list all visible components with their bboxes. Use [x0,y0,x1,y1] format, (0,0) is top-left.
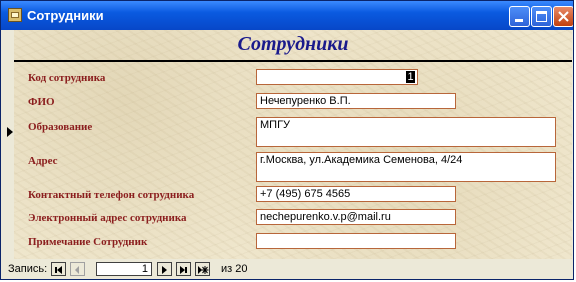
label-address: Адрес [28,155,58,167]
next-record-button[interactable] [157,262,172,276]
label-employee-code: Код сотрудника [28,72,106,84]
employees-window: Сотрудники Сотрудники Код сотрудника 1 Ф… [0,0,574,280]
previous-record-icon [75,266,79,274]
form-body: Сотрудники Код сотрудника 1 ФИО Нечепуре… [14,30,572,259]
record-count: из 20 [221,263,248,275]
note-field[interactable] [256,233,456,249]
current-record-arrow-icon [7,127,13,137]
employee-code-field[interactable]: 1 [256,69,418,85]
next-record-icon [162,266,167,274]
contact-phone-field[interactable]: +7 (495) 675 4565 [256,186,456,202]
close-button[interactable] [553,6,573,27]
minimize-button[interactable] [509,6,530,27]
first-record-icon [55,266,62,274]
education-field[interactable]: МПГУ [256,117,556,147]
label-email: Электронный адрес сотрудника [28,212,187,224]
new-record-icon [198,266,209,274]
first-record-button[interactable] [51,262,66,276]
maximize-button[interactable] [531,6,552,27]
label-full-name: ФИО [28,96,55,108]
header-divider [14,60,572,62]
last-record-button[interactable] [176,262,191,276]
new-record-button[interactable] [195,262,210,276]
label-contact-phone: Контактный телефон сотрудника [28,189,195,201]
address-field[interactable]: г.Москва, ул.Академика Семенова, 4/24 [256,152,556,182]
previous-record-button[interactable] [70,262,85,276]
access-form-icon [8,8,22,22]
label-education: Образование [28,121,93,133]
record-label: Запись: [8,263,48,275]
form-title: Сотрудники [237,33,349,55]
text-cursor: 1 [406,71,415,83]
last-record-icon [180,266,187,274]
record-navigation-bar: Запись: 1 из 20 [3,260,573,279]
window-title: Сотрудники [27,8,104,23]
label-note: Примечание Сотрудник [28,236,148,248]
minimize-icon [515,19,523,22]
full-name-field[interactable]: Нечепуренко В.П. [256,93,456,109]
title-bar[interactable]: Сотрудники [1,1,573,30]
email-field[interactable]: nechepurenko.v.p@mail.ru [256,209,456,225]
close-icon [558,11,569,22]
maximize-icon [536,11,547,22]
current-record-input[interactable]: 1 [96,262,152,276]
